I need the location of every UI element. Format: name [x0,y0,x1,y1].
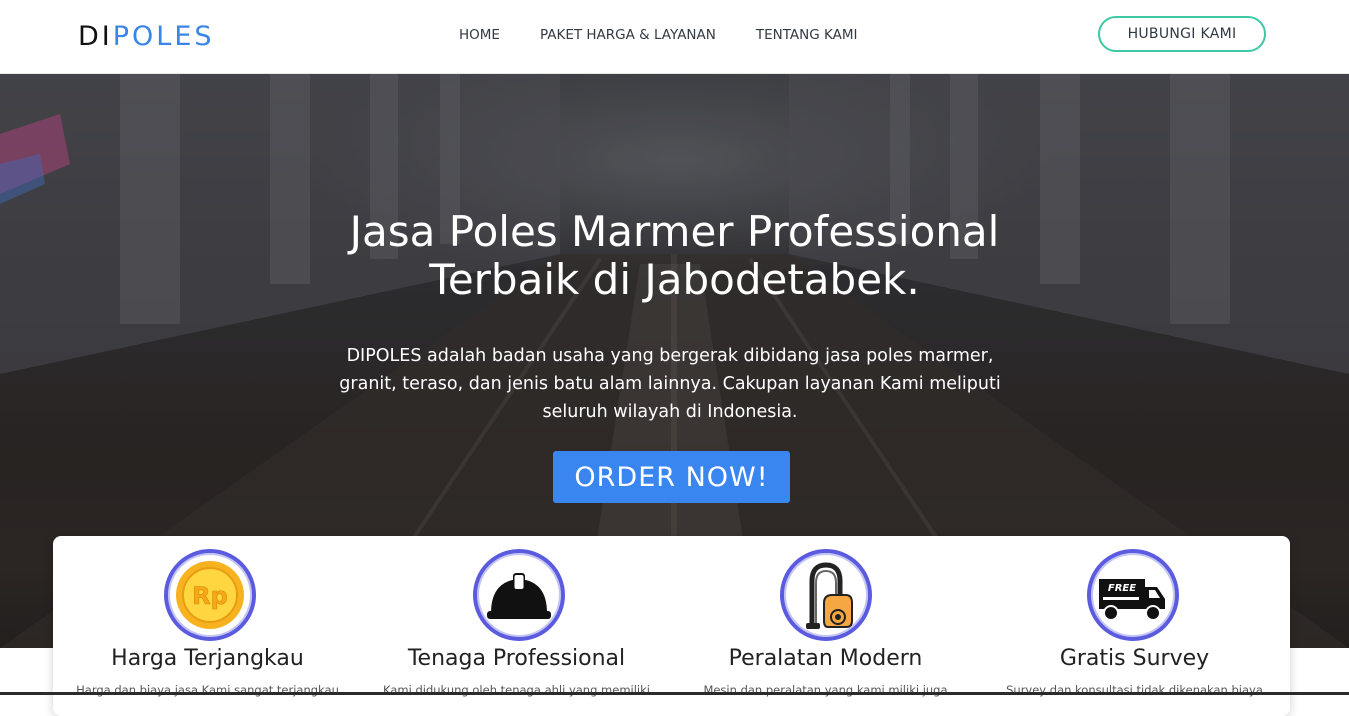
feature-description: Kami didukung oleh tenaga ahli yang memi… [383,683,650,697]
hero-desc-line2: granit, teraso, dan jenis batu alam lain… [339,374,1001,394]
hard-hat-icon [473,549,565,641]
vacuum-cleaner-icon [780,549,872,641]
coin-symbol-text: Rp [192,582,228,610]
nav-link-paket-harga[interactable]: PAKET HARGA & LAYANAN [540,26,716,44]
order-now-button[interactable]: ORDER NOW! [553,451,790,503]
free-delivery-truck-icon: FREE [1087,549,1179,641]
rupiah-coin-icon: Rp [164,549,256,641]
brand-logo-part2: POLES [112,21,215,52]
top-navbar: DIPOLES HOME PAKET HARGA & LAYANAN TENTA… [0,0,1349,74]
brand-logo[interactable]: DIPOLES [78,20,215,54]
feature-title: Gratis Survey [1059,646,1210,671]
contact-button[interactable]: HUBUNGI KAMI [1098,16,1266,52]
feature-description: Harga dan biaya jasa Kami sangat terjang… [76,683,339,697]
hero-title-line1: Jasa Poles Marmer Professional [349,207,1000,256]
feature-description: Survey dan konsultasi tidak dikenakan bi… [1006,683,1263,697]
hero-title: Jasa Poles Marmer Professional Terbaik d… [0,208,1349,304]
truck-label-text: FREE [1108,583,1136,594]
feature-title: Harga Terjangkau [111,646,304,671]
feature-harga-terjangkau: Rp Harga Terjangkau Harga dan biaya jasa… [53,536,362,716]
feature-tenaga-professional: Tenaga Professional Kami didukung oleh t… [362,536,671,716]
brand-logo-part1: DI [78,21,113,52]
feature-title: Tenaga Professional [407,646,626,671]
hero-desc-line1: DIPOLES adalah badan usaha yang bergerak… [346,346,994,366]
feature-title: Peralatan Modern [728,646,923,671]
nav-link-tentang-kami[interactable]: TENTANG KAMI [756,26,858,44]
hero-desc-line3: seluruh wilayah di Indonesia. [542,402,798,422]
hero-description: DIPOLES adalah badan usaha yang bergerak… [320,342,1020,426]
feature-gratis-survey: FREE Gratis Survey Survey dan konsultasi… [980,536,1289,716]
features-card: Rp Harga Terjangkau Harga dan biaya jasa… [53,536,1290,716]
feature-description: Mesin dan peralatan yang kami miliki jug… [703,683,948,697]
main-nav: HOME PAKET HARGA & LAYANAN TENTANG KAMI [459,26,858,44]
feature-peralatan-modern: Peralatan Modern Mesin dan peralatan yan… [671,536,980,716]
nav-link-home[interactable]: HOME [459,26,500,44]
hero-title-line2: Terbaik di Jabodetabek. [429,255,920,304]
